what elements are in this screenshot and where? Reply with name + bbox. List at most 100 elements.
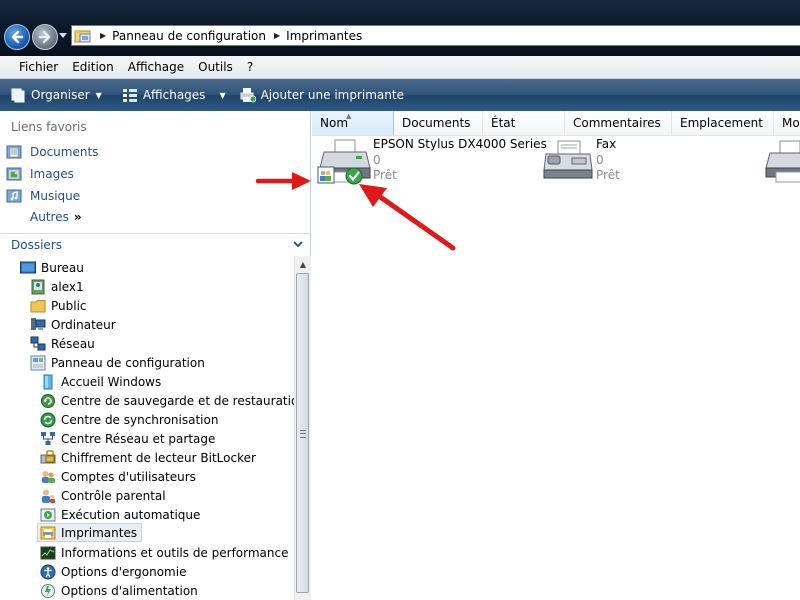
tree-item-parental-controls[interactable]: Contrôle parental [40, 486, 166, 505]
favorite-link-music[interactable]: Musique [6, 186, 80, 206]
printer-tile-partial[interactable] [764, 134, 800, 194]
breadcrumb-control-panel[interactable]: Panneau de configuration [112, 29, 266, 43]
column-header-documents[interactable]: Documents [394, 111, 483, 135]
backup-icon [41, 393, 55, 408]
printer-name: EPSON Stylus DX4000 Series [373, 137, 547, 151]
power-options-icon [41, 583, 55, 598]
tree-vertical-scrollbar[interactable]: ▲ [294, 256, 311, 600]
control-panel-icon [30, 355, 46, 370]
back-arrow-icon [11, 30, 24, 44]
tree-item-label: Options d'ergonomie [61, 564, 187, 579]
breadcrumb-separator-icon[interactable]: ▶ [274, 31, 280, 40]
tree-item-performance[interactable]: Informations et outils de performance [40, 543, 288, 562]
favorite-link-pictures[interactable]: Images [6, 164, 74, 184]
tree-item-bitlocker[interactable]: Chiffrement de lecteur BitLocker [40, 448, 256, 467]
pictures-folder-icon [6, 167, 22, 181]
music-folder-icon [6, 189, 22, 203]
address-box[interactable]: ▶ Panneau de configuration ▶ Imprimantes [71, 25, 800, 46]
tree-item-label: Exécution automatique [61, 507, 201, 522]
documents-folder-icon [6, 145, 22, 159]
tree-item-label: alex1 [51, 279, 84, 294]
menu-bar: Fichier Edition Affichage Outils ? [0, 56, 800, 79]
column-headers: ▲ Nom Documents État Commentaires Emplac… [312, 111, 800, 136]
favorite-link-label: Images [30, 167, 74, 181]
back-button[interactable] [4, 24, 30, 50]
forward-button[interactable] [32, 24, 58, 50]
folder-icon [30, 299, 46, 312]
column-header-location[interactable]: Emplacement [672, 111, 774, 135]
recent-pages-dropdown-icon[interactable] [59, 31, 67, 39]
tree-item-sync-center[interactable]: Centre de synchronisation [40, 410, 218, 429]
user-folder-icon [31, 279, 45, 294]
tree-item-ease-of-access[interactable]: Options d'ergonomie [40, 562, 186, 581]
column-header-label: Documents [402, 116, 471, 130]
folders-header[interactable]: Dossiers [0, 233, 310, 256]
welcome-center-icon [43, 374, 53, 389]
printer-state: Prêt [596, 168, 620, 182]
column-header-name[interactable]: ▲ Nom [312, 111, 394, 135]
tree-item-label: Centre de sauvegarde et de restauration [61, 393, 294, 408]
tree-item-autoplay[interactable]: Exécution automatique [40, 505, 200, 524]
tree-item-user-accounts[interactable]: Comptes d'utilisateurs [40, 467, 196, 486]
tree-item-label: Public [51, 298, 87, 313]
network-sharing-icon [41, 431, 55, 445]
menu-file[interactable]: Fichier [12, 57, 65, 77]
organize-label: Organiser [31, 88, 90, 102]
column-header-label: Mo [782, 116, 800, 130]
column-header-model[interactable]: Mo [774, 111, 800, 135]
forward-arrow-icon [38, 30, 51, 44]
tree-item-label: Accueil Windows [61, 374, 162, 389]
views-label: Affichages [142, 88, 206, 102]
tree-item-network-sharing[interactable]: Centre Réseau et partage [40, 429, 215, 448]
tree-item-network[interactable]: Réseau [30, 334, 95, 353]
scrollbar-thumb[interactable] [296, 273, 309, 593]
tree-item-label: Imprimantes [61, 525, 138, 540]
tree-item-alex1[interactable]: alex1 [30, 277, 84, 296]
chevron-down-icon[interactable]: ▼ [219, 91, 225, 100]
tree-item-backup-center[interactable]: Centre de sauvegarde et de restauration [40, 391, 294, 410]
breadcrumb-printers[interactable]: Imprimantes [286, 29, 362, 43]
scroll-up-arrow-icon[interactable]: ▲ [295, 256, 311, 272]
tree-item-desktop[interactable]: Bureau [20, 258, 84, 277]
chevron-down-icon[interactable] [292, 238, 304, 250]
desktop-icon [20, 261, 36, 273]
tree-item-computer[interactable]: Ordinateur [30, 315, 116, 334]
printer-name: Fax [596, 137, 617, 151]
tree-item-welcome-center[interactable]: Accueil Windows [40, 372, 161, 391]
add-printer-button[interactable]: Ajouter une imprimante [234, 81, 410, 109]
breadcrumb-separator-icon[interactable]: ▶ [100, 31, 106, 40]
printer-tile-fax[interactable]: Fax 0 Prêt [542, 134, 682, 194]
tree-item-label: Centre Réseau et partage [61, 431, 216, 446]
tree-item-control-panel[interactable]: Panneau de configuration [30, 353, 205, 372]
address-bar-area: ▶ Panneau de configuration ▶ Imprimantes [0, 0, 800, 56]
favorite-links-more[interactable]: Autres » [30, 210, 82, 224]
column-header-state[interactable]: État [483, 111, 565, 135]
tree-item-label: Options d'alimentation [61, 583, 198, 598]
tree-item-public[interactable]: Public [30, 296, 87, 315]
chevron-down-icon: ▼ [95, 90, 102, 100]
annotation-arrow-diagonal-icon [359, 184, 456, 251]
favorite-link-documents[interactable]: Documents [6, 142, 98, 162]
organize-button[interactable]: Organiser ▼ [4, 81, 108, 109]
favorite-link-label: Musique [30, 189, 81, 203]
computer-icon [31, 317, 46, 330]
menu-edit[interactable]: Edition [65, 57, 121, 77]
column-header-comments[interactable]: Commentaires [565, 111, 672, 135]
tree-item-label: Panneau de configuration [51, 355, 205, 370]
views-button[interactable]: Affichages ▼ [116, 81, 232, 109]
tree-item-power-options[interactable]: Options d'alimentation [40, 581, 198, 600]
scrollbar-grip-icon [300, 430, 306, 438]
menu-tools[interactable]: Outils [191, 57, 240, 77]
tree-item-label: Comptes d'utilisateurs [61, 469, 196, 484]
performance-icon [40, 546, 56, 559]
folders-heading: Dossiers [11, 238, 62, 252]
menu-help[interactable]: ? [240, 57, 260, 77]
column-header-label: État [491, 116, 516, 130]
menu-view[interactable]: Affichage [121, 57, 191, 77]
tree-item-printers[interactable]: Imprimantes [37, 523, 143, 542]
double-chevron-icon: » [73, 210, 82, 224]
printer-icon [765, 140, 800, 183]
column-header-label: Nom [320, 116, 349, 130]
tree-item-label: Bureau [41, 260, 84, 275]
ease-of-access-icon [40, 564, 56, 579]
